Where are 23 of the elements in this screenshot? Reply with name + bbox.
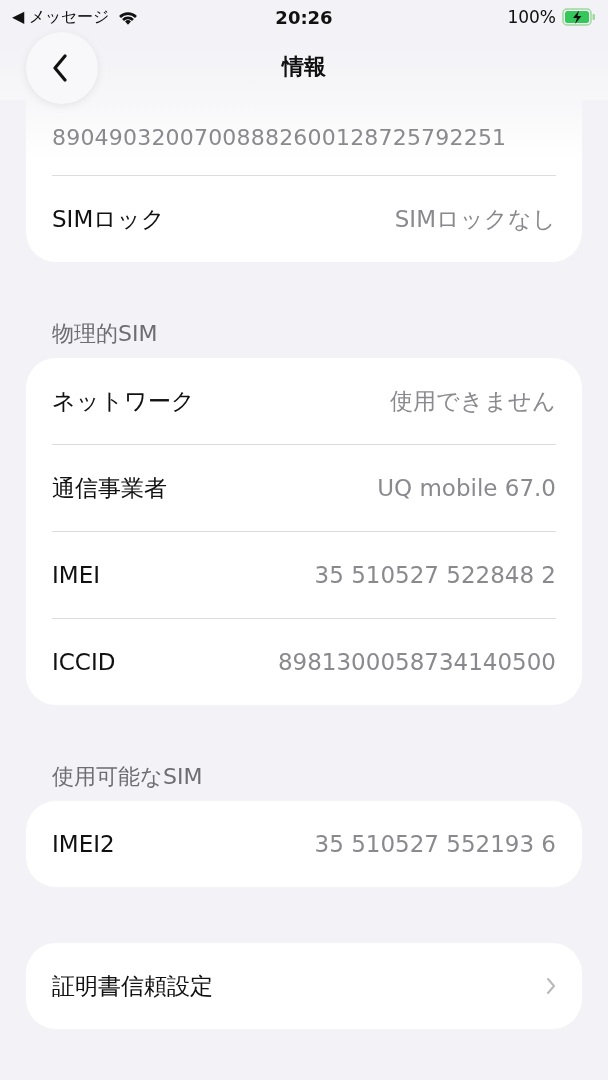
row-label: 通信事業者 bbox=[52, 473, 167, 503]
row-label: 証明書信頼設定 bbox=[52, 971, 213, 1001]
row-label: ICCID bbox=[52, 649, 116, 675]
row-value: UQ mobile 67.0 bbox=[377, 475, 556, 501]
chevron-right-icon bbox=[546, 977, 556, 995]
row-value: SIMロックなし bbox=[394, 204, 556, 234]
row-value: 使用できません bbox=[390, 386, 556, 416]
row-value: 35 510527 522848 2 bbox=[314, 562, 556, 588]
row-label: IMEI bbox=[52, 562, 100, 588]
row-label: IMEI2 bbox=[52, 831, 115, 857]
status-time: 20:26 bbox=[275, 6, 333, 28]
settings-link-row[interactable]: 証明書信頼設定 bbox=[26, 943, 582, 1029]
section-header: 物理的SIM bbox=[52, 320, 159, 348]
section-header: 使用可能なSIM bbox=[52, 763, 204, 791]
battery-percent: 100% bbox=[507, 7, 556, 27]
row-value: 8981300058734140500 bbox=[277, 649, 556, 675]
row-label: ネットワーク bbox=[52, 386, 195, 416]
eid-value: 89049032007008882600128725792251 bbox=[52, 100, 556, 176]
chevron-left-icon bbox=[52, 54, 68, 82]
nav-title: 情報 bbox=[282, 53, 326, 81]
row-value: 35 510527 552193 6 bbox=[314, 831, 556, 857]
row-label: SIMロック bbox=[52, 204, 166, 234]
back-to-app-link[interactable]: ◀ メッセージ bbox=[12, 6, 110, 28]
